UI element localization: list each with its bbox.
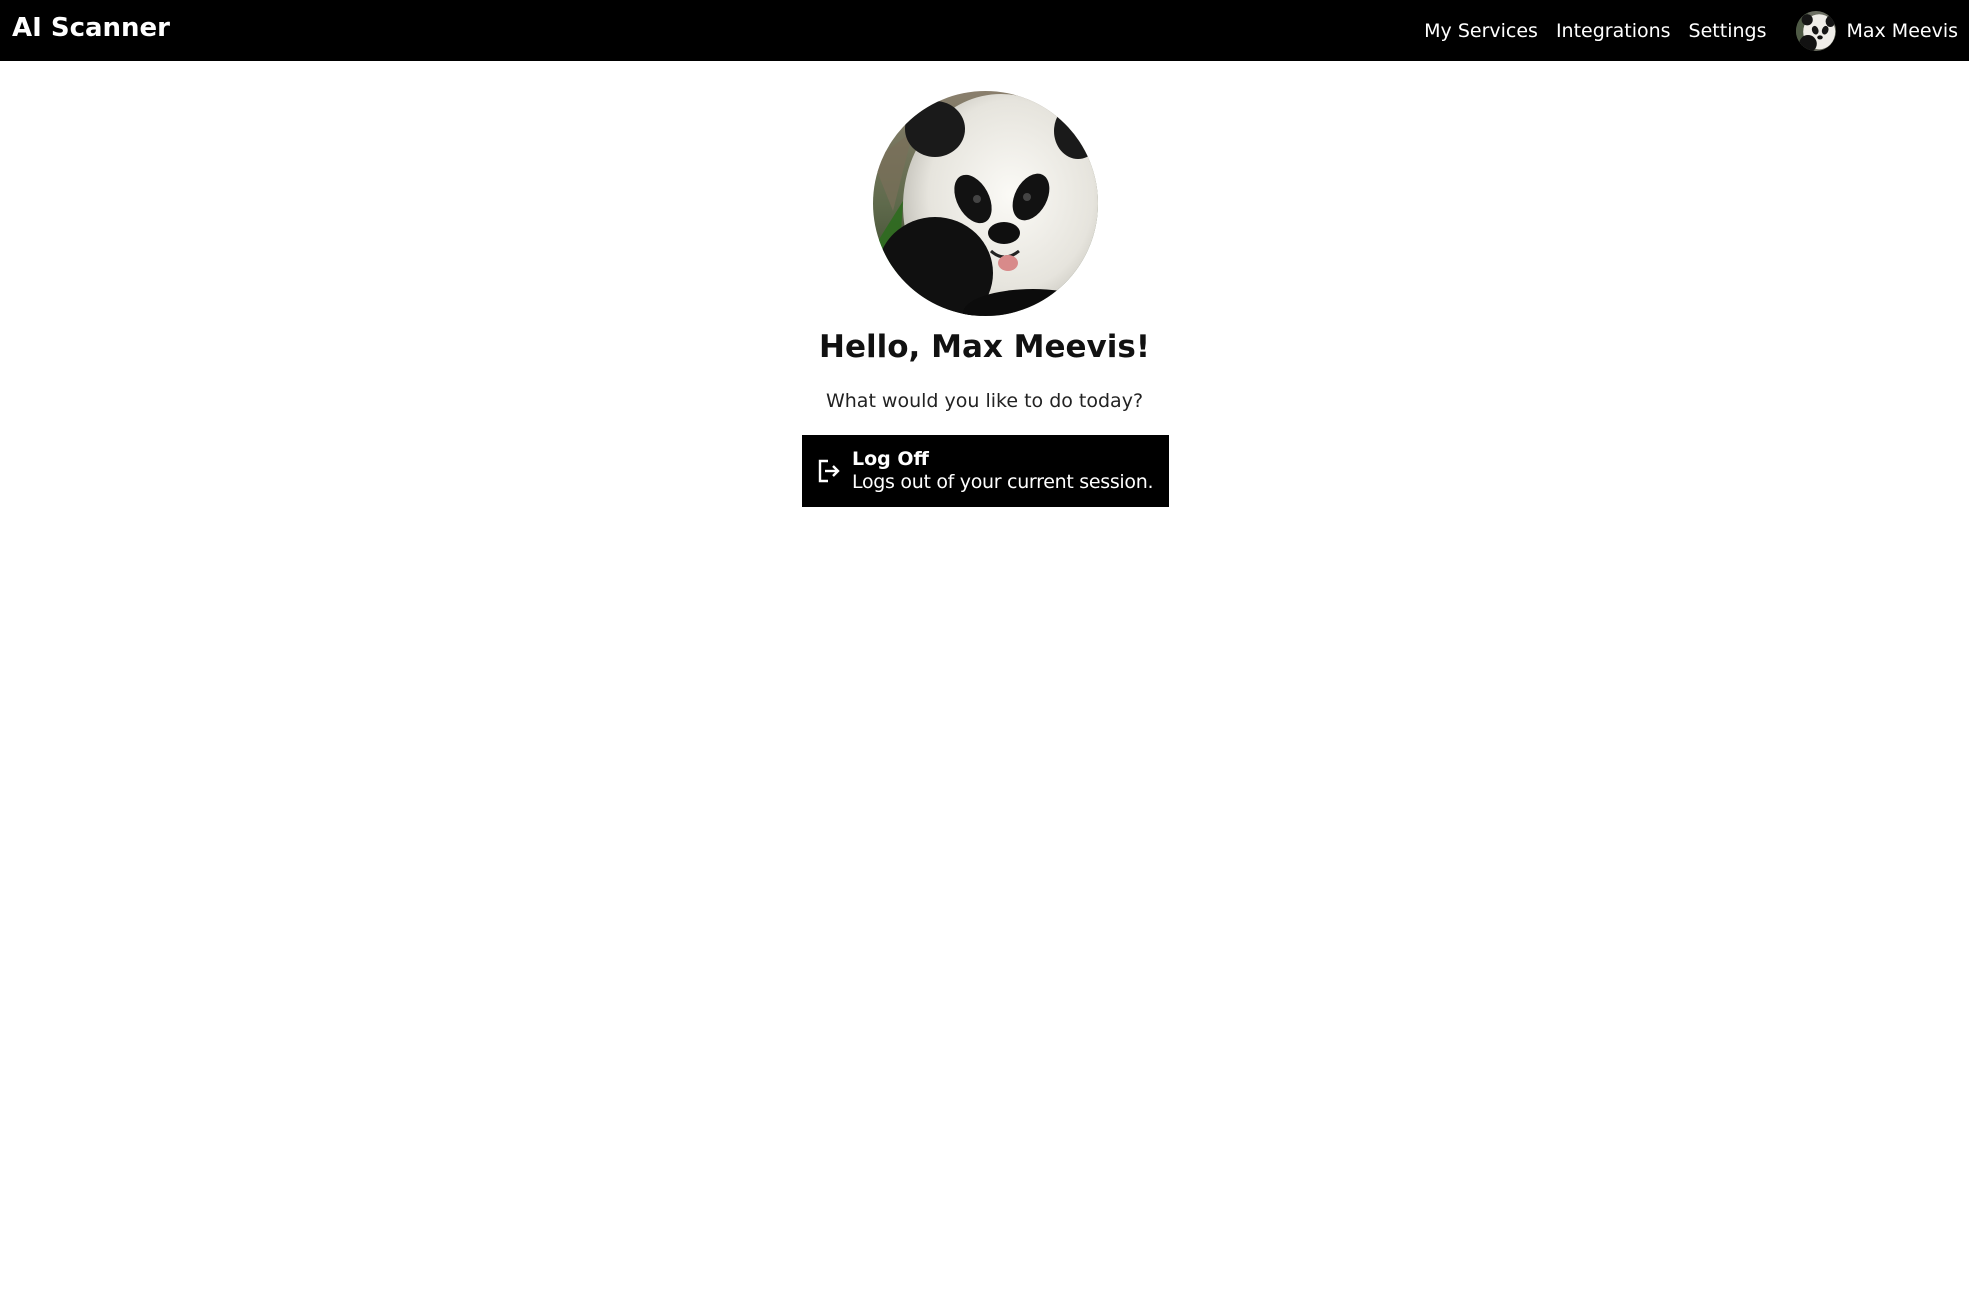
panda-photo-icon — [873, 91, 1098, 316]
profile-avatar — [873, 91, 1098, 316]
panda-avatar-icon — [1796, 10, 1837, 51]
page-subtitle: What would you like to do today? — [825, 390, 1144, 412]
log-out-icon — [818, 459, 840, 483]
page-greeting: Hello, Max Meevis! — [819, 329, 1150, 365]
nav-link-integrations[interactable]: Integrations — [1556, 20, 1671, 42]
user-name: Max Meevis — [1846, 19, 1958, 42]
nav-link-my-services[interactable]: My Services — [1424, 20, 1538, 42]
log-off-text: Log Off Logs out of your current session… — [852, 448, 1154, 494]
user-menu[interactable]: Max Meevis — [1796, 10, 1958, 51]
log-off-title: Log Off — [852, 448, 929, 470]
nav-links: My Services Integrations Settings Max Me… — [1406, 0, 1969, 61]
user-avatar — [1796, 10, 1837, 51]
log-off-button[interactable]: Log Off Logs out of your current session… — [802, 435, 1169, 507]
nav-link-settings[interactable]: Settings — [1689, 20, 1767, 42]
brand-logo-text[interactable]: AI Scanner — [12, 0, 170, 61]
log-off-description: Logs out of your current session. — [852, 471, 1154, 493]
top-navigation-bar: AI Scanner My Services Integrations Sett… — [0, 0, 1969, 61]
